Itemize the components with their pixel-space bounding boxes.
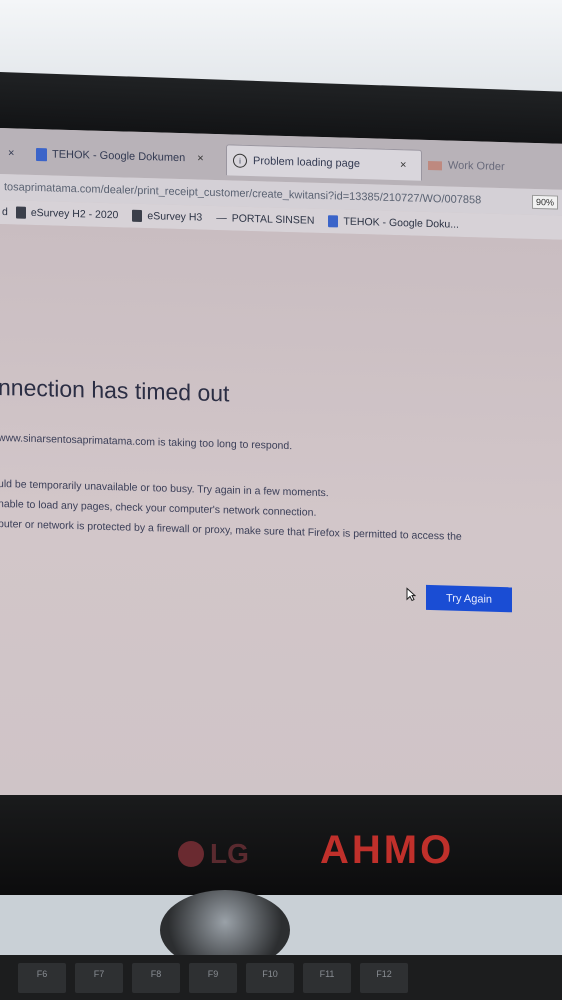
bookmark-label: TEHOK - Google Doku... (343, 215, 459, 231)
close-icon[interactable]: × (8, 147, 14, 159)
browser-window: × TEHOK - Google Dokumen × i Problem loa… (0, 128, 562, 814)
info-icon: i (233, 153, 247, 168)
bookmark-esurvey-h3[interactable]: eSurvey H3 (132, 209, 203, 224)
tab-problem-loading[interactable]: i Problem loading page × (226, 144, 422, 181)
tab-work-order[interactable]: Work Order (428, 150, 562, 184)
document-icon (132, 209, 143, 222)
bookmark-tehok[interactable]: TEHOK - Google Doku... (328, 215, 459, 231)
tab-tehok[interactable]: TEHOK - Google Dokumen × (36, 139, 216, 174)
error-description: www.sinarsentosaprimatama.com is taking … (0, 431, 293, 453)
tab-label: TEHOK - Google Dokumen (52, 148, 186, 165)
dash-icon: — (216, 212, 227, 225)
google-docs-icon (36, 147, 47, 161)
bookmark-fragment: d (2, 206, 8, 219)
close-icon[interactable]: × (197, 153, 203, 165)
key-f9[interactable]: F9 (189, 963, 237, 993)
lg-logo-icon (178, 841, 204, 867)
close-icon[interactable]: × (400, 159, 406, 171)
tab-close-fragment[interactable]: × (0, 138, 14, 168)
error-title: nnection has timed out (0, 373, 230, 407)
bookmark-portal-sinsen[interactable]: — PORTAL SINSEN (216, 212, 314, 227)
key-f11[interactable]: F11 (303, 963, 351, 993)
ahm-sticker: AHMO (320, 828, 455, 872)
bookmark-esurvey-h2[interactable]: eSurvey H2 - 2020 (15, 206, 119, 222)
bookmark-label: eSurvey H2 - 2020 (30, 206, 119, 222)
flag-icon (428, 160, 442, 170)
key-f10[interactable]: F10 (246, 963, 294, 993)
document-icon (15, 206, 26, 219)
zoom-indicator[interactable]: 90% (531, 194, 558, 210)
key-f7[interactable]: F7 (75, 963, 123, 993)
try-again-button[interactable]: Try Again (426, 584, 512, 613)
bookmark-label: eSurvey H3 (147, 210, 203, 224)
lg-logo: LG (178, 838, 249, 870)
tab-label: Problem loading page (253, 155, 361, 171)
google-docs-icon (328, 215, 339, 228)
monitor-bezel-bottom (0, 795, 562, 895)
key-f6[interactable]: F6 (18, 963, 66, 993)
bookmark-label: PORTAL SINSEN (231, 212, 315, 227)
tab-label: Work Order (448, 159, 505, 174)
mouse-cursor-icon (406, 587, 416, 602)
key-f12[interactable]: F12 (360, 963, 408, 993)
error-page: nnection has timed out www.sinarsentosap… (0, 224, 562, 814)
key-f8[interactable]: F8 (132, 963, 180, 993)
error-suggestions: uld be temporarily unavailable or too bu… (0, 474, 462, 547)
keyboard: F6 F7 F8 F9 F10 F11 F12 (0, 955, 562, 1000)
